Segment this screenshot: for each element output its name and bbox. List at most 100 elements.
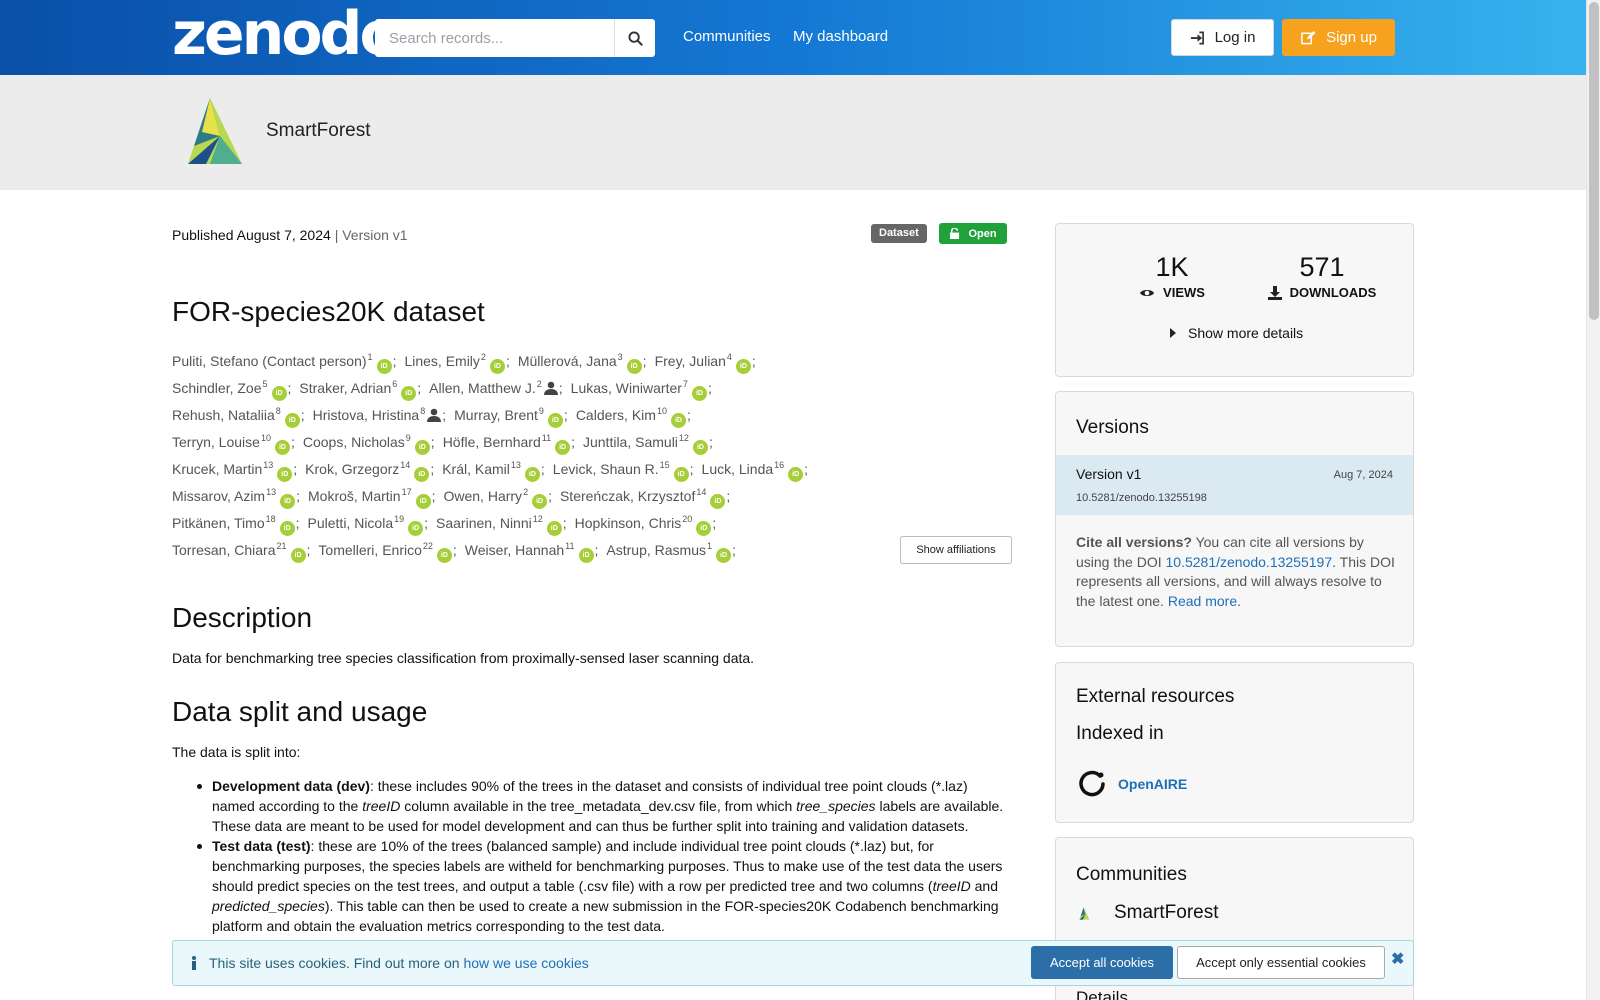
orcid-icon[interactable]: iD xyxy=(716,547,731,563)
creator-name[interactable]: Levick, Shaun R. xyxy=(553,461,659,477)
smartforest-logo[interactable] xyxy=(180,96,245,166)
version-item[interactable]: Version v1 Aug 7, 2024 10.5281/zenodo.13… xyxy=(1056,455,1413,515)
download-icon xyxy=(1267,285,1282,300)
cookie-policy-link[interactable]: how we use cookies xyxy=(463,955,588,971)
orcid-icon[interactable]: iD xyxy=(489,358,505,374)
creator-name[interactable]: Missarov, Azim xyxy=(172,488,265,504)
orcid-icon[interactable]: iD xyxy=(670,412,686,428)
signup-button[interactable]: Sign up xyxy=(1282,19,1395,56)
creator-name[interactable]: Hopkinson, Chris xyxy=(575,515,682,531)
orcid-icon[interactable]: iD xyxy=(414,466,430,482)
orcid-icon[interactable]: iD xyxy=(710,493,726,509)
access-badge[interactable]: Open xyxy=(939,223,1007,244)
orcid-icon[interactable]: iD xyxy=(696,520,712,536)
creator-name[interactable]: Frey, Julian xyxy=(655,353,726,369)
creator-name[interactable]: Junttila, Samuli xyxy=(583,434,678,450)
creator-name[interactable]: Murray, Brent xyxy=(454,407,538,423)
orcid-icon[interactable]: iD xyxy=(274,439,290,455)
orcid-icon[interactable]: iD xyxy=(401,385,417,401)
accept-all-cookies-button[interactable]: Accept all cookies xyxy=(1031,946,1173,979)
version-item-label[interactable]: Version v1 xyxy=(1076,466,1141,482)
community-item-label[interactable]: SmartForest xyxy=(1114,902,1219,924)
page-scrollbar[interactable] xyxy=(1586,0,1600,1000)
orcid-icon[interactable]: iD xyxy=(408,520,424,536)
creator-name[interactable]: Coops, Nicholas xyxy=(303,434,405,450)
creator-name[interactable]: Puliti, Stefano (Contact person) xyxy=(172,353,367,369)
community-title[interactable]: SmartForest xyxy=(266,120,371,142)
search-input[interactable] xyxy=(375,19,615,57)
orcid-icon[interactable]: iD xyxy=(376,358,392,374)
orcid-icon[interactable]: iD xyxy=(626,358,642,374)
orcid-icon[interactable]: iD xyxy=(284,412,300,428)
creator-name[interactable]: Calders, Kim xyxy=(576,407,656,423)
creator-name[interactable]: Stereńczak, Krzysztof xyxy=(560,488,695,504)
creator-name[interactable]: Rehush, Nataliia xyxy=(172,407,275,423)
access-label: Open xyxy=(968,227,997,240)
creator-affiliation-number: 2 xyxy=(523,487,529,497)
creator-name[interactable]: Mokroš, Martin xyxy=(308,488,401,504)
creator-separator: ; xyxy=(642,352,647,369)
orcid-icon[interactable]: iD xyxy=(277,466,293,482)
search-button[interactable] xyxy=(615,19,655,57)
orcid-icon[interactable]: iD xyxy=(290,547,306,563)
orcid-icon[interactable]: iD xyxy=(692,439,708,455)
creator-name[interactable]: Luck, Linda xyxy=(702,461,774,477)
creator-name[interactable]: Pitkänen, Timo xyxy=(172,515,265,531)
orcid-icon[interactable]: iD xyxy=(280,493,296,509)
creator-name[interactable]: Weiser, Hannah xyxy=(465,542,564,558)
external-heading: External resources xyxy=(1076,686,1235,707)
scrollbar-thumb[interactable] xyxy=(1589,2,1599,320)
nav-my-dashboard[interactable]: My dashboard xyxy=(793,28,888,45)
zenodo-logo[interactable]: zenodo xyxy=(172,4,401,64)
creator-name[interactable]: Saarinen, Ninni xyxy=(436,515,532,531)
creator-name[interactable]: Höfle, Bernhard xyxy=(443,434,541,450)
show-affiliations-button[interactable]: Show affiliations xyxy=(900,536,1012,564)
smartforest-logo-small xyxy=(1079,906,1090,920)
orcid-icon[interactable]: iD xyxy=(415,493,431,509)
openaire-label[interactable]: OpenAIRE xyxy=(1118,776,1187,792)
orcid-icon[interactable]: iD xyxy=(691,385,707,401)
orcid-icon[interactable]: iD xyxy=(414,439,430,455)
creator-name[interactable]: Lukas, Winiwarter xyxy=(571,380,682,396)
community-item[interactable]: SmartForest xyxy=(1078,902,1219,924)
orcid-icon[interactable]: iD xyxy=(524,466,540,482)
creator-name[interactable]: Müllerová, Jana xyxy=(518,353,617,369)
orcid-icon[interactable]: iD xyxy=(546,520,562,536)
creator-affiliation-number: 7 xyxy=(682,379,688,389)
creator-name[interactable]: Puletti, Nicola xyxy=(308,515,394,531)
accept-essential-cookies-button[interactable]: Accept only essential cookies xyxy=(1177,946,1385,979)
creator-name[interactable]: Schindler, Zoe xyxy=(172,380,262,396)
creator-separator: ; xyxy=(290,433,295,450)
creator-name[interactable]: Allen, Matthew J. xyxy=(429,380,536,396)
orcid-icon[interactable]: iD xyxy=(436,547,452,563)
orcid-icon[interactable]: iD xyxy=(532,493,548,509)
orcid-icon[interactable]: iD xyxy=(578,547,594,563)
orcid-icon[interactable]: iD xyxy=(555,439,571,455)
creator-name[interactable]: Owen, Harry xyxy=(443,488,522,504)
login-button[interactable]: Log in xyxy=(1171,19,1274,56)
orcid-icon[interactable]: iD xyxy=(735,358,751,374)
creator-name[interactable]: Astrup, Rasmus xyxy=(606,542,706,558)
concept-doi-link[interactable]: 10.5281/zenodo.13255197 xyxy=(1166,554,1333,570)
orcid-icon[interactable]: iD xyxy=(788,466,804,482)
orcid-icon[interactable]: iD xyxy=(279,520,295,536)
nav-communities[interactable]: Communities xyxy=(683,28,771,45)
creator-name[interactable]: Tomelleri, Enrico xyxy=(318,542,421,558)
creator-name[interactable]: Krucek, Martin xyxy=(172,461,262,477)
creator-name[interactable]: Torresan, Chiara xyxy=(172,542,276,558)
close-icon[interactable]: ✖ xyxy=(1391,949,1404,969)
creator-item: Král, Kamil13iD; xyxy=(442,460,553,482)
orcid-icon[interactable]: iD xyxy=(673,466,689,482)
creator-name[interactable]: Král, Kamil xyxy=(442,461,510,477)
orcid-icon[interactable]: iD xyxy=(547,412,563,428)
openaire-link[interactable]: OpenAIRE xyxy=(1078,770,1187,798)
orcid-icon[interactable]: iD xyxy=(271,385,287,401)
creator-name[interactable]: Terryn, Louise xyxy=(172,434,260,450)
creator-name[interactable]: Lines, Emily xyxy=(404,353,479,369)
creator-name[interactable]: Hristova, Hristina xyxy=(313,407,420,423)
read-more-link[interactable]: Read more xyxy=(1168,593,1237,609)
show-more-details[interactable]: Show more details xyxy=(1170,325,1303,341)
creator-name[interactable]: Straker, Adrian xyxy=(299,380,391,396)
creators-row: Torresan, Chiara21iD; Tomelleri, Enrico22… xyxy=(172,535,872,563)
creator-name[interactable]: Krok, Grzegorz xyxy=(305,461,399,477)
